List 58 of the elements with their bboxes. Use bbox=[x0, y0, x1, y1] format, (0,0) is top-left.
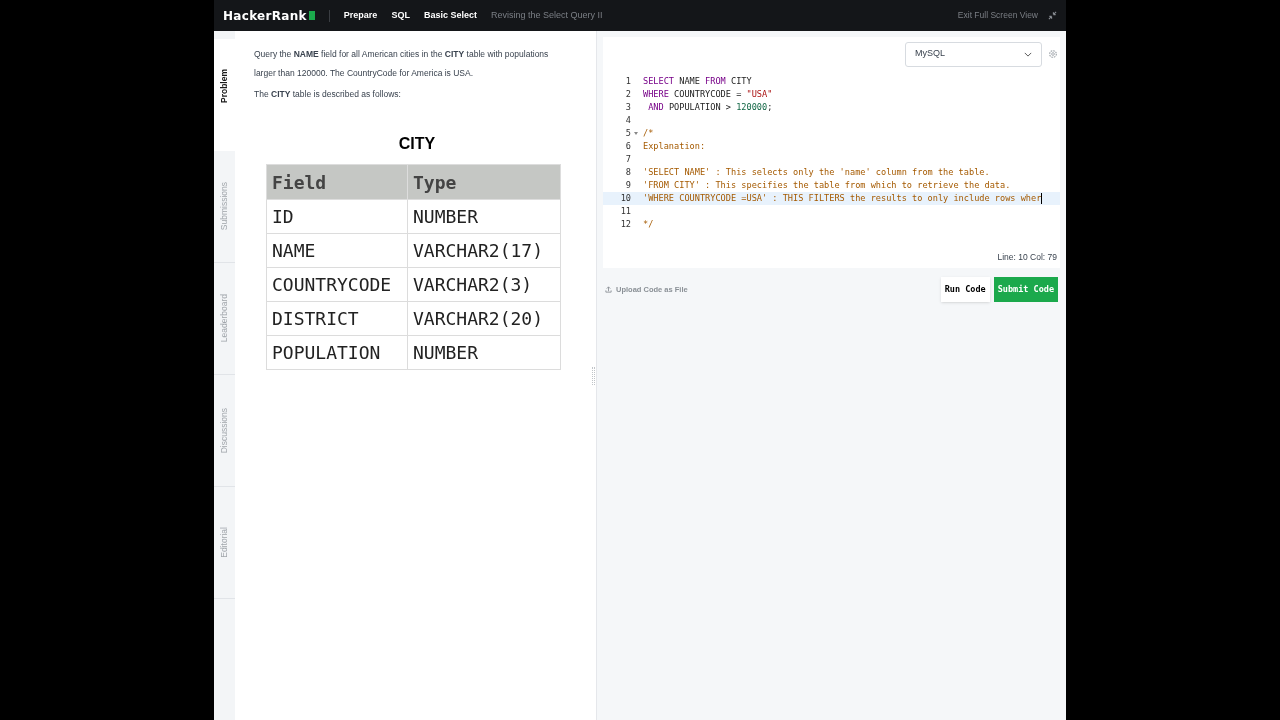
code-line: SELECT NAME FROM CITY bbox=[642, 75, 753, 88]
breadcrumb-link[interactable]: Revising the Select Query II bbox=[490, 8, 603, 23]
table-title: CITY bbox=[397, 134, 437, 154]
line-number: 5 bbox=[625, 127, 631, 140]
table-cell: COUNTRYCODE bbox=[266, 267, 408, 302]
fold-arrow-icon[interactable] bbox=[634, 132, 638, 135]
line-number: 1 bbox=[625, 75, 631, 88]
logo[interactable]: HackerRank bbox=[223, 6, 307, 25]
table-cell: VARCHAR2(17) bbox=[407, 233, 561, 268]
line-number: 9 bbox=[625, 179, 631, 192]
line-number: 4 bbox=[625, 114, 631, 127]
side-tab[interactable]: Discussions bbox=[218, 407, 231, 454]
line-number: 6 bbox=[625, 140, 631, 153]
collapse-icon[interactable] bbox=[1048, 11, 1057, 20]
breadcrumb-link[interactable]: Basic Select bbox=[423, 8, 477, 23]
column-header: Field bbox=[266, 164, 408, 200]
problem-text: Query the NAME field for all American cities in the CITY table with populations larger than 120000. The CountryCode for America is USA. bbox=[254, 48, 550, 80]
logo-block-icon bbox=[308, 11, 315, 20]
exit-full-screen-link[interactable]: Exit Full Screen View bbox=[957, 9, 1038, 22]
code-line: WHERE COUNTRYCODE = "USA" bbox=[642, 88, 774, 101]
code-line: 'WHERE COUNTRYCODE =USA' : THIS FILTERS the results to only include rows wher bbox=[642, 192, 1044, 205]
breadcrumb-link[interactable]: SQL bbox=[391, 8, 410, 23]
line-number: 2 bbox=[625, 88, 631, 101]
table-cell: DISTRICT bbox=[266, 301, 408, 336]
cursor-position: Line: 10 Col: 79 bbox=[997, 251, 1058, 264]
run-code-button[interactable]: Run Code bbox=[940, 277, 990, 303]
line-number: 10 bbox=[620, 192, 631, 205]
line-number: 3 bbox=[625, 101, 631, 114]
settings-icon[interactable] bbox=[1048, 49, 1058, 59]
code-line: Explanation: bbox=[642, 140, 707, 153]
line-number: 12 bbox=[620, 218, 631, 231]
breadcrumb-link[interactable]: Prepare bbox=[343, 8, 378, 23]
text-cursor bbox=[1041, 193, 1043, 204]
upload-icon bbox=[605, 286, 612, 294]
side-tab[interactable]: Submissions bbox=[218, 182, 231, 231]
caret-icon bbox=[1024, 51, 1032, 57]
table-cell: NUMBER bbox=[407, 199, 561, 234]
code-line: /* bbox=[642, 127, 655, 140]
column-header: Type bbox=[407, 164, 561, 200]
side-tab[interactable]: Editorial bbox=[218, 527, 231, 558]
table-cell: ID bbox=[266, 199, 408, 234]
table-cell: VARCHAR2(20) bbox=[407, 301, 561, 336]
table-cell: POPULATION bbox=[266, 335, 408, 370]
line-number: 7 bbox=[625, 153, 631, 166]
resize-handle[interactable] bbox=[591, 366, 595, 385]
line-number: 8 bbox=[625, 166, 631, 179]
table-cell: NUMBER bbox=[407, 335, 561, 370]
table-cell: VARCHAR2(3) bbox=[407, 267, 561, 302]
code-line: 'SELECT NAME' : This selects only the 'name' column from the table. bbox=[642, 166, 991, 179]
language-dropdown[interactable]: MySQL bbox=[905, 41, 1042, 67]
code-line: AND POPULATION > 120000; bbox=[647, 101, 774, 114]
line-number: 11 bbox=[620, 205, 631, 218]
code-line: */ bbox=[642, 218, 655, 231]
problem-text: The CITY table is described as follows: bbox=[254, 88, 402, 101]
submit-code-button[interactable]: Submit Code bbox=[993, 277, 1058, 303]
code-line: 'FROM CITY' : This specifies the table from which to retrieve the data. bbox=[642, 179, 1012, 192]
side-tab[interactable]: Problem bbox=[218, 69, 231, 103]
table-cell: NAME bbox=[266, 233, 408, 268]
